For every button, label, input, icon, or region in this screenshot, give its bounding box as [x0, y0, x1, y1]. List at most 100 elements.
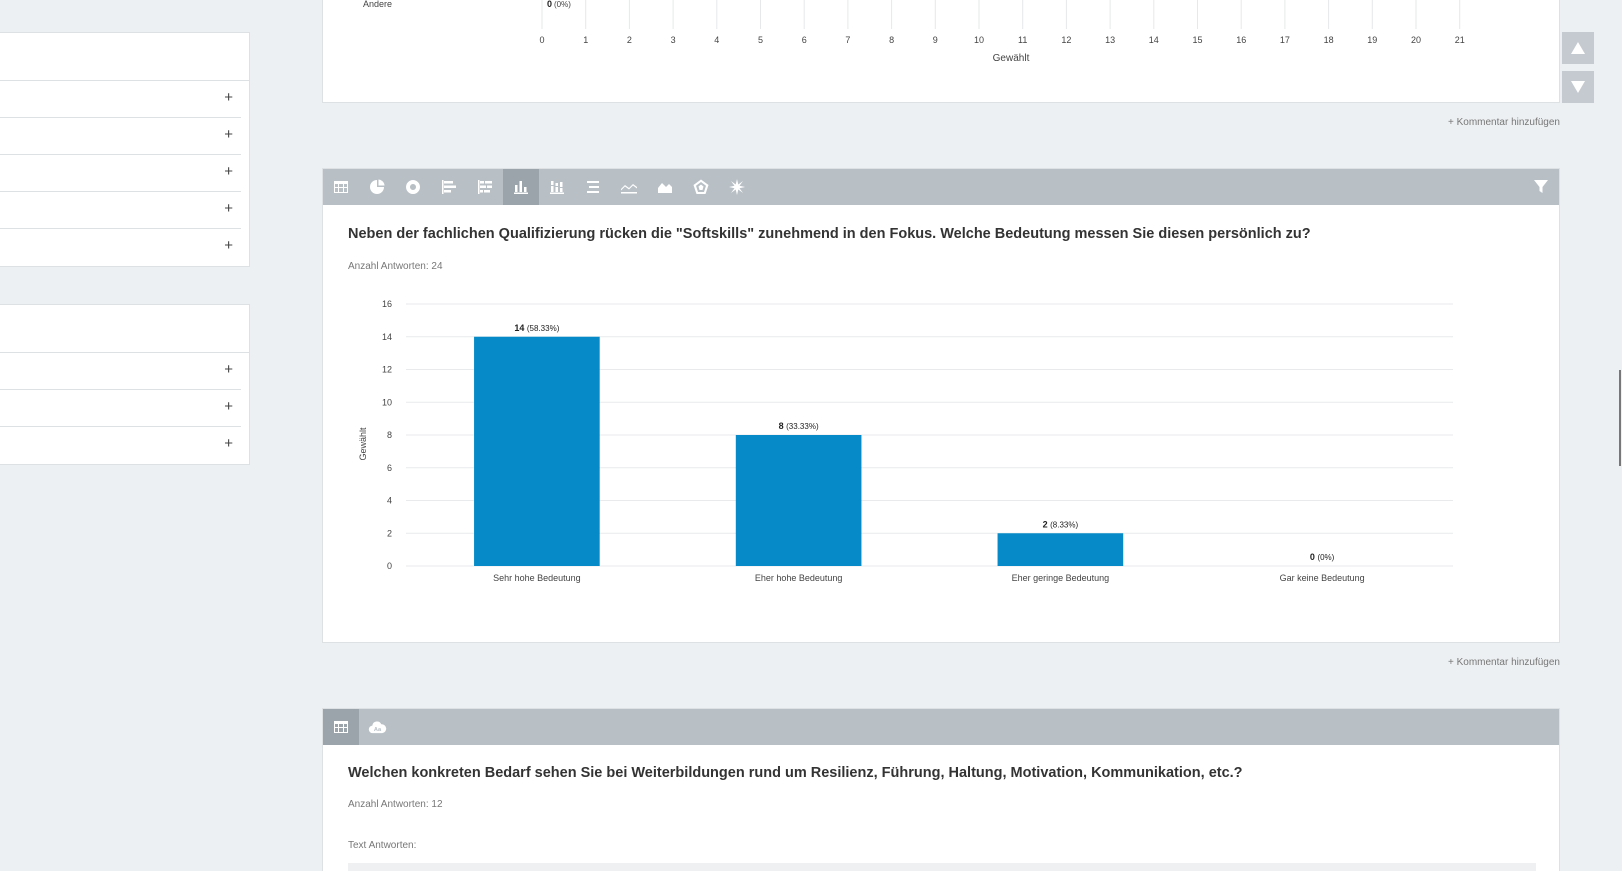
- chart-type-polar[interactable]: [719, 169, 755, 205]
- x-tick-label: 0: [539, 35, 544, 45]
- x-tick-label: 5: [758, 35, 763, 45]
- table-icon: [334, 181, 348, 193]
- x-tick-label: 18: [1324, 35, 1334, 45]
- scroll-down-button[interactable]: [1562, 71, 1594, 103]
- sidebar-row[interactable]: +: [0, 81, 241, 118]
- y-tick-label: 6: [387, 463, 392, 473]
- expand-icon[interactable]: +: [224, 163, 233, 181]
- bar: [997, 533, 1124, 566]
- expand-icon[interactable]: +: [224, 89, 233, 107]
- x-tick-label: 11: [1018, 35, 1027, 45]
- stacked-bar-vertical-icon: [550, 181, 564, 194]
- x-tick-label: 1: [583, 35, 588, 45]
- sidebar-row[interactable]: +: [0, 229, 241, 266]
- view-type-table[interactable]: [323, 709, 359, 745]
- sidebar-row[interactable]: +: [0, 353, 241, 390]
- expand-icon[interactable]: +: [224, 398, 233, 416]
- chart-type-stacked-horizontal[interactable]: [467, 169, 503, 205]
- view-type-word-cloud[interactable]: Aa: [359, 709, 395, 745]
- view-type-toolbar: Aa: [323, 709, 1559, 745]
- chart-type-horizontal-lines[interactable]: [575, 169, 611, 205]
- x-tick-label: 13: [1105, 35, 1115, 45]
- chart-type-pie[interactable]: [359, 169, 395, 205]
- x-tick-label: Eher hohe Bedeutung: [755, 573, 843, 583]
- filter-icon: [1534, 180, 1548, 193]
- bar-chart: Gewählt 0 2 4 6 8 10 12 14 16 14 (58.33%) Sehr ho…: [358, 299, 1453, 583]
- y-tick-label: 2: [387, 528, 392, 538]
- x-axis-label: Gewählt: [993, 53, 1030, 64]
- chart-type-radar[interactable]: [683, 169, 719, 205]
- add-comment-link[interactable]: + Kommentar hinzufügen: [1448, 657, 1560, 668]
- expand-icon[interactable]: +: [224, 200, 233, 218]
- y-tick-label: 0: [387, 561, 392, 571]
- word-cloud-icon: Aa: [368, 721, 386, 733]
- table-icon: [334, 721, 348, 733]
- x-tick-label: 20: [1411, 35, 1421, 45]
- pie-chart-icon: [370, 179, 385, 194]
- text-answers-label: Text Antworten:: [348, 840, 417, 851]
- y-tick-label: 14: [382, 332, 392, 342]
- answer-count: Anzahl Antworten: 24: [348, 261, 443, 272]
- sidebar-row[interactable]: +: [0, 118, 241, 155]
- sidebar-row[interactable]: +: [0, 390, 241, 427]
- question-card-1: Neben der fachlichen Qualifizierung rück…: [322, 168, 1560, 643]
- text-answers-table: [348, 863, 1536, 871]
- x-tick-label: 6: [802, 35, 807, 45]
- x-tick-label: 7: [845, 35, 850, 45]
- data-label: 14 (58.33%): [514, 323, 559, 333]
- chart-type-bar-vertical[interactable]: [503, 169, 539, 205]
- x-tick-label: 16: [1236, 35, 1246, 45]
- expand-icon[interactable]: +: [224, 237, 233, 255]
- category-label: Andere: [363, 0, 392, 9]
- scroll-up-button[interactable]: [1562, 32, 1594, 64]
- bar-vertical-icon: [514, 181, 528, 194]
- expand-icon[interactable]: +: [224, 435, 233, 453]
- line-chart-icon: [621, 184, 637, 194]
- y-tick-label: 12: [382, 365, 392, 375]
- x-tick-label: 14: [1149, 35, 1159, 45]
- polar-chart-icon: [729, 179, 745, 195]
- question-title: Welchen konkreten Bedarf sehen Sie bei W…: [348, 765, 1243, 781]
- x-tick-label: 12: [1061, 35, 1071, 45]
- chart-type-stacked-vertical[interactable]: [539, 169, 575, 205]
- x-tick-label: Gar keine Bedeutung: [1280, 573, 1365, 583]
- svg-text:Aa: Aa: [373, 726, 381, 732]
- sidebar-row[interactable]: +: [0, 427, 241, 464]
- x-tick-label: Sehr hohe Bedeutung: [493, 573, 581, 583]
- bar: [474, 336, 600, 566]
- chart-type-area[interactable]: [647, 169, 683, 205]
- scrollbar-thumb[interactable]: [1619, 370, 1621, 466]
- top-horizontal-bar-chart: Andere 0 1 2 3 4 5 6 7 8 9 10 11 12 13 14 15 16 17 18 19 20 2…: [363, 0, 1465, 64]
- x-tick-label: 19: [1367, 35, 1377, 45]
- y-axis-label: Gewählt: [358, 427, 368, 461]
- x-tick-label: 15: [1192, 35, 1202, 45]
- chart-type-line[interactable]: [611, 169, 647, 205]
- chart-type-bar-horizontal[interactable]: [431, 169, 467, 205]
- donut-chart-icon: [406, 180, 421, 194]
- y-tick-label: 10: [382, 397, 392, 407]
- expand-icon[interactable]: +: [224, 361, 233, 379]
- chart-type-toolbar: [323, 169, 1559, 205]
- y-tick-label: 16: [382, 299, 392, 309]
- top-chart-card: Andere 0 1 2 3 4 5 6 7 8 9 10 11 12 13 14 15 16 17 18 19 20 2…: [322, 0, 1560, 103]
- data-label: 0 (0%): [1310, 552, 1335, 562]
- question-title: Neben der fachlichen Qualifizierung rück…: [348, 226, 1311, 242]
- data-label: 8 (33.33%): [779, 421, 819, 431]
- add-comment-link[interactable]: + Kommentar hinzufügen: [1448, 117, 1560, 128]
- sidebar-row[interactable]: +: [0, 192, 241, 229]
- sidebar-panel-header: [0, 305, 249, 353]
- chart-type-table[interactable]: [323, 169, 359, 205]
- chart-type-donut[interactable]: [395, 169, 431, 205]
- bar-horizontal-icon: [442, 180, 456, 194]
- triangle-up-icon: [1571, 42, 1585, 54]
- x-tick-label: 10: [974, 35, 984, 45]
- x-tick-label: 3: [671, 35, 676, 45]
- filter-button[interactable]: [1531, 177, 1551, 197]
- stacked-bar-horizontal-icon: [478, 180, 492, 194]
- expand-icon[interactable]: +: [224, 126, 233, 144]
- data-label: 2 (8.33%): [1043, 519, 1079, 529]
- y-tick-label: 8: [387, 430, 392, 440]
- sidebar-row[interactable]: +: [0, 155, 241, 192]
- y-tick-label: 4: [387, 496, 392, 506]
- area-chart-icon: [658, 183, 672, 193]
